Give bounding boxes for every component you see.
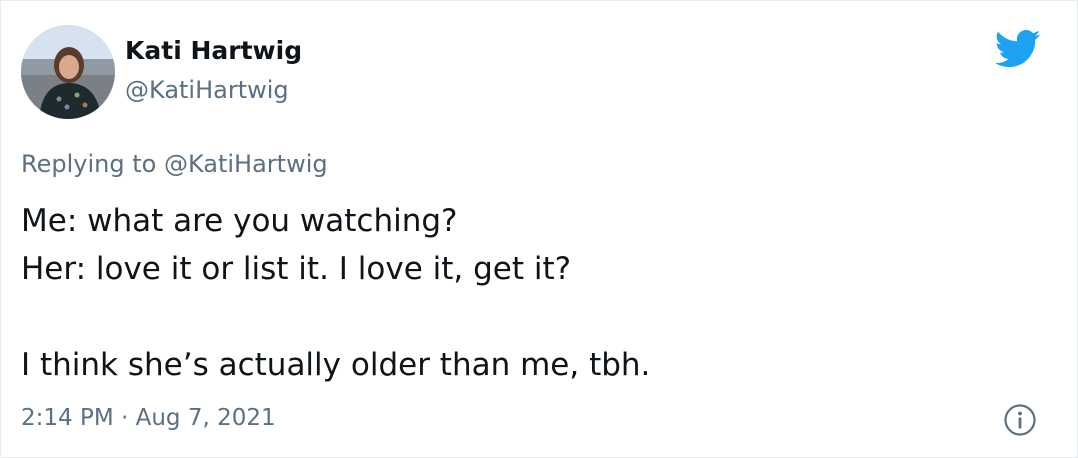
user-handle[interactable]: @KatiHartwig [125, 73, 302, 107]
avatar-photo [21, 25, 115, 119]
tweet-text-line: Her: love it or list it. I love it, get … [21, 251, 572, 287]
timestamp-separator: · [121, 405, 129, 431]
avatar[interactable] [21, 25, 115, 119]
tweet-date: Aug 7, 2021 [135, 405, 276, 431]
twitter-bird-icon[interactable] [995, 29, 1041, 69]
display-name[interactable]: Kati Hartwig [125, 35, 302, 67]
tweet-timestamp[interactable]: 2:14 PM · Aug 7, 2021 [21, 403, 276, 433]
tweet-text-line: Me: what are you watching? [21, 203, 458, 239]
tweet-text: Me: what are you watching? Her: love it … [21, 197, 1021, 389]
replying-handle-link[interactable]: @KatiHartwig [164, 150, 328, 178]
replying-prefix: Replying to [21, 150, 157, 178]
tweet-text-line: I think she’s actually older than me, tb… [21, 347, 651, 383]
tweet-time: 2:14 PM [21, 405, 114, 431]
info-icon[interactable] [1003, 403, 1037, 437]
tweet-card: Kati Hartwig @KatiHartwig Replying to @K… [0, 0, 1078, 458]
tweet-author: Kati Hartwig @KatiHartwig [125, 35, 302, 107]
replying-to: Replying to @KatiHartwig [21, 149, 328, 179]
